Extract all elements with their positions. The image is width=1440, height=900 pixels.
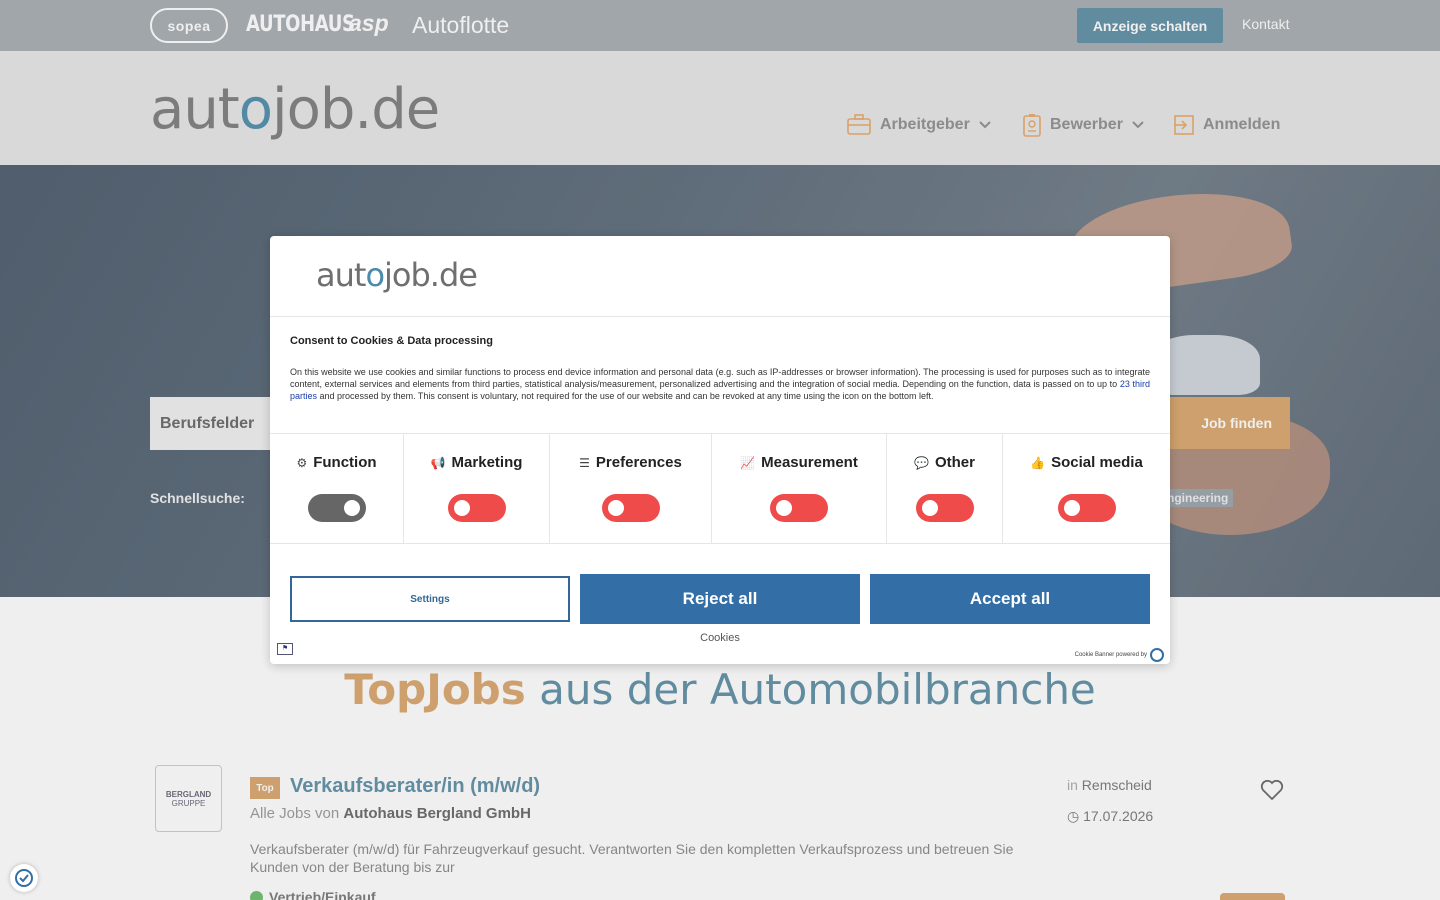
toggle-knob bbox=[776, 500, 792, 516]
consent-toggle[interactable] bbox=[770, 494, 828, 522]
consent-category-label: 📢 Marketing bbox=[404, 454, 549, 471]
consent-category-text: Social media bbox=[1051, 454, 1143, 471]
consent-category-measurement: 📈 Measurement bbox=[712, 434, 887, 544]
toggle-knob bbox=[1063, 500, 1080, 516]
consent-toggle[interactable] bbox=[307, 494, 366, 522]
consent-category-social-media: 👍 Social media bbox=[1003, 434, 1170, 544]
toggle-knob bbox=[607, 500, 624, 516]
consent-toggle[interactable] bbox=[915, 494, 974, 522]
consent-category-label: ⚙ Function bbox=[270, 454, 403, 471]
consent-category-preferences: ☰ Preferences bbox=[550, 434, 712, 544]
megaphone-icon: 📢 bbox=[430, 455, 446, 470]
consent-category-label: 📈 Measurement bbox=[712, 454, 886, 471]
powered-by-label: Cookie Banner powered by bbox=[1074, 652, 1147, 658]
settings-button[interactable]: Settings bbox=[290, 576, 570, 622]
consent-category-label: 💬 Other bbox=[887, 454, 1002, 471]
consent-category-text: Measurement bbox=[761, 454, 858, 471]
divider bbox=[270, 316, 1170, 317]
sliders-icon: ☰ bbox=[579, 455, 590, 470]
toggle-knob bbox=[921, 500, 938, 516]
cookie-consent-dialog: autojob.de Consent to Cookies & Data pro… bbox=[270, 236, 1170, 664]
consent-toggle[interactable] bbox=[601, 494, 660, 522]
dialog-logo-start: aut bbox=[316, 256, 366, 294]
consent-category-label: ☰ Preferences bbox=[550, 454, 711, 471]
thumbs-up-icon: 👍 bbox=[1030, 455, 1046, 470]
consent-shield-icon[interactable] bbox=[10, 864, 38, 892]
consent-toggle[interactable] bbox=[447, 494, 506, 522]
consent-category-text: Function bbox=[313, 454, 377, 471]
check-badge-icon bbox=[15, 869, 33, 887]
language-icon[interactable]: ⚑ bbox=[277, 643, 293, 655]
consent-category-label: 👍 Social media bbox=[1003, 454, 1170, 471]
consent-text-part2: and processed by them. This consent is v… bbox=[317, 391, 934, 401]
toggle-knob bbox=[343, 500, 360, 516]
consent-text: On this website we use cookies and simil… bbox=[290, 366, 1150, 402]
consent-category-marketing: 📢 Marketing bbox=[404, 434, 550, 544]
reject-all-button[interactable]: Reject all bbox=[580, 574, 860, 624]
consent-category-text: Preferences bbox=[595, 454, 682, 471]
consent-text-part1: On this website we use cookies and simil… bbox=[290, 367, 1150, 389]
chat-icon: 💬 bbox=[914, 455, 929, 470]
dialog-logo-o: o bbox=[365, 256, 385, 294]
consent-category-text: Other bbox=[934, 454, 975, 471]
consent-toggle[interactable] bbox=[1057, 494, 1116, 522]
accept-all-button[interactable]: Accept all bbox=[870, 574, 1150, 624]
dialog-logo-end: job.de bbox=[384, 256, 478, 294]
consent-categories: ⚙ Function 📢 Marketing ☰ Preferences 📈 Measurem… bbox=[270, 433, 1170, 544]
consent-category-function: ⚙ Function bbox=[270, 434, 404, 544]
chart-line-icon: 📈 bbox=[740, 455, 756, 470]
powered-by[interactable]: Cookie Banner powered by bbox=[1075, 648, 1164, 662]
consent-category-other: 💬 Other bbox=[887, 434, 1003, 544]
usercentrics-icon bbox=[1150, 648, 1164, 662]
consent-heading: Consent to Cookies & Data processing bbox=[290, 335, 493, 347]
function-icon: ⚙ bbox=[296, 455, 308, 470]
toggle-knob bbox=[453, 500, 470, 516]
consent-category-text: Marketing bbox=[451, 454, 523, 471]
cookies-link[interactable]: Cookies bbox=[270, 632, 1170, 644]
dialog-logo: autojob.de bbox=[316, 256, 478, 294]
